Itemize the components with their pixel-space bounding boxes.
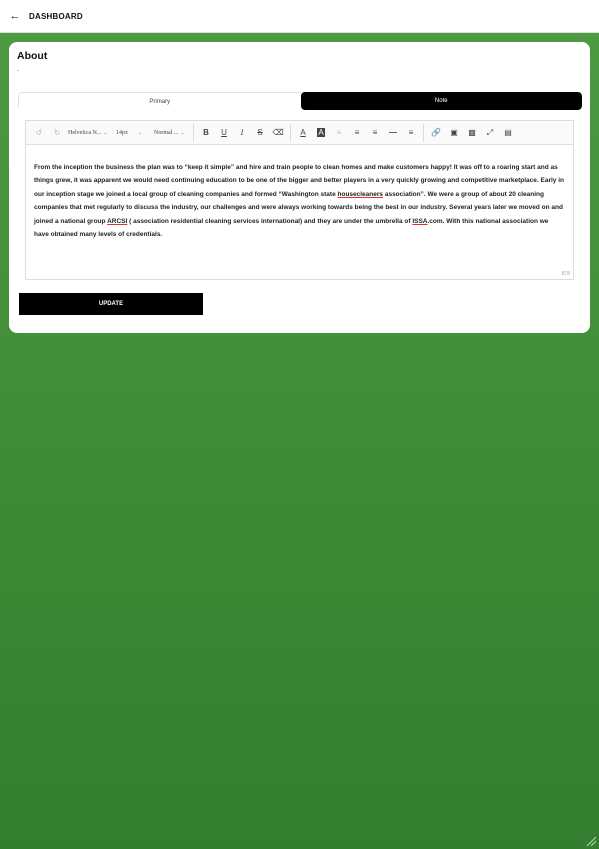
bold-icon[interactable]: B [197,124,215,142]
highlight-color-icon[interactable]: A [312,124,330,142]
resize-handle-icon[interactable] [585,835,597,847]
code-view-icon[interactable]: ▤ [499,124,517,142]
font-color-icon[interactable]: A [294,124,312,142]
horizontal-rule-icon[interactable]: — [384,124,402,142]
editor-toolbar: ↺ ↻ Helvetica N... ⌄ 14px ⌄ Normal ... ⌄ B … [26,121,573,145]
underline-icon[interactable]: U [215,124,233,142]
italic-icon[interactable]: I [233,124,251,142]
eraser-icon[interactable]: ⌫ [269,124,287,142]
character-count: 878 [561,271,570,277]
content-part: ( association residential cleaning servi… [127,217,413,225]
outdent-icon[interactable]: ≡ [330,124,348,142]
font-family-value: Helvetica N... [68,129,102,136]
fullscreen-icon[interactable]: ⤢ [481,124,499,142]
tab-bar: Primary Note [18,92,582,110]
font-size-value: 14px [116,129,128,136]
chevron-down-icon: ⌄ [138,130,143,136]
strikethrough-icon[interactable]: S [251,124,269,142]
toolbar-divider [290,123,291,142]
chevron-down-icon: ⌄ [103,130,108,136]
page-title: DASHBOARD [29,11,83,21]
arrow-left-icon[interactable]: ← [9,10,21,22]
card-title: About [17,50,48,62]
video-icon[interactable]: ▩ [463,124,481,142]
toolbar-divider [193,123,194,142]
tab-primary[interactable]: Primary [18,92,301,110]
paragraph-style-select[interactable]: Normal ... ⌄ [152,124,190,142]
tab-note[interactable]: Note [300,92,582,110]
list-icon[interactable]: ≡ [402,124,420,142]
rich-text-editor: ↺ ↻ Helvetica N... ⌄ 14px ⌄ Normal ... ⌄ B … [25,120,574,280]
chevron-down-icon: ⌄ [180,130,185,136]
spellcheck-word: ISSA [412,217,428,225]
paragraph-style-value: Normal ... [154,129,179,136]
card-subtitle: - [17,68,19,74]
editor-content[interactable]: From the inception the business the plan… [26,145,573,241]
font-family-select[interactable]: Helvetica N... ⌄ [66,124,114,142]
align-icon[interactable]: ≡ [366,124,384,142]
spellcheck-word: housecleaners [337,190,384,198]
update-button[interactable]: UPDATE [19,293,203,315]
indent-icon[interactable]: ≡ [348,124,366,142]
image-icon[interactable]: ▣ [445,124,463,142]
toolbar-divider [423,123,424,142]
about-card: About - Primary Note ↺ ↻ Helvetica N... ⌄… [9,42,590,333]
top-bar: ← DASHBOARD [0,0,599,33]
redo-icon[interactable]: ↻ [48,124,66,142]
link-icon[interactable]: 🔗 [427,124,445,142]
font-size-select[interactable]: 14px ⌄ [114,124,152,142]
spellcheck-word: ARCSI [107,217,128,225]
undo-icon[interactable]: ↺ [30,124,48,142]
